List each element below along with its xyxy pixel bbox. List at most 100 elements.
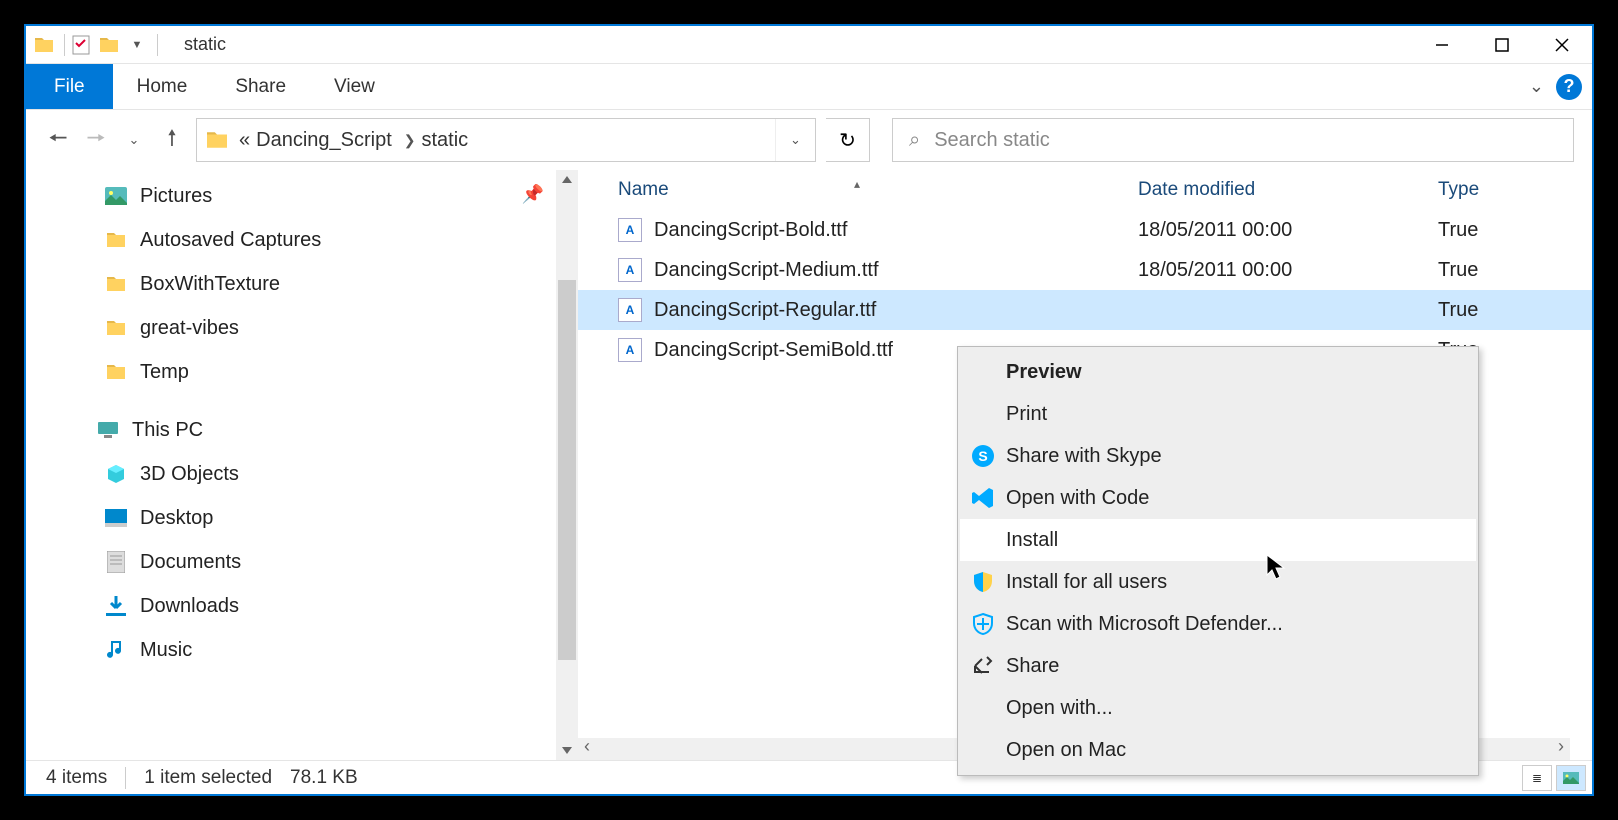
quick-access-toolbar: ▼ <box>71 35 151 55</box>
file-name: DancingScript-Medium.ttf <box>654 259 1138 282</box>
up-button[interactable]: 🠕 <box>158 126 186 154</box>
nav-item-desktop[interactable]: Desktop <box>26 496 578 540</box>
context-menu: Preview Print S Share with Skype Open with C… <box>957 346 1479 776</box>
menu-item-label: Open with... <box>1006 697 1113 720</box>
shield-icon <box>970 569 996 595</box>
nav-label: Desktop <box>140 507 213 530</box>
address-dropdown-button[interactable]: ⌄ <box>775 119 815 161</box>
nav-item-folder[interactable]: BoxWithTexture <box>26 262 578 306</box>
context-menu-item[interactable]: Preview <box>960 351 1476 393</box>
this-pc-icon <box>96 419 120 441</box>
desktop-icon <box>104 507 128 529</box>
column-header-date[interactable]: Date modified <box>1138 179 1438 201</box>
nav-label: Temp <box>140 361 189 384</box>
close-button[interactable] <box>1532 27 1592 63</box>
nav-item-documents[interactable]: Documents <box>26 540 578 584</box>
nav-item-folder[interactable]: Temp <box>26 350 578 394</box>
minimize-button[interactable] <box>1412 27 1472 63</box>
expand-ribbon-icon[interactable]: ⌄ <box>1529 76 1544 97</box>
file-row[interactable]: ADancingScript-Medium.ttf18/05/2011 00:0… <box>578 250 1592 290</box>
vscode-icon <box>970 485 996 511</box>
properties-icon[interactable] <box>71 35 91 55</box>
defender-icon <box>970 611 996 637</box>
breadcrumb-item[interactable]: Dancing_Script <box>256 129 392 152</box>
file-date: 18/05/2011 00:00 <box>1138 259 1438 282</box>
separator <box>64 34 65 56</box>
music-icon <box>104 639 128 661</box>
file-type: True <box>1438 219 1478 242</box>
context-menu-item[interactable]: Open with Code <box>960 477 1476 519</box>
file-tab[interactable]: File <box>26 64 113 109</box>
file-type: True <box>1438 259 1478 282</box>
search-icon: ⌕ <box>909 129 920 152</box>
tab-share[interactable]: Share <box>211 64 310 109</box>
3d-objects-icon <box>104 463 128 485</box>
chevron-down-icon[interactable]: ▼ <box>127 35 147 55</box>
column-headers: Name ▴ Date modified Type <box>578 170 1592 210</box>
nav-item-folder[interactable]: Autosaved Captures <box>26 218 578 262</box>
nav-item-pictures[interactable]: Pictures 📌 <box>26 174 578 218</box>
file-name: DancingScript-Regular.ttf <box>654 299 1138 322</box>
context-menu-item[interactable]: Scan with Microsoft Defender... <box>960 603 1476 645</box>
view-details-button[interactable]: ≣ <box>1522 765 1552 791</box>
title-bar: ▼ static <box>26 26 1592 64</box>
file-row[interactable]: ADancingScript-Regular.ttfTrue <box>578 290 1592 330</box>
ribbon-tabs: File Home Share View ⌄ ? <box>26 64 1592 110</box>
menu-item-label: Share <box>1006 655 1059 678</box>
context-menu-item[interactable]: Open on Mac <box>960 729 1476 771</box>
file-row[interactable]: ADancingScript-Bold.ttf18/05/2011 00:00T… <box>578 210 1592 250</box>
skype-icon: S <box>970 443 996 469</box>
column-header-type[interactable]: Type <box>1438 179 1592 201</box>
separator <box>157 34 158 56</box>
nav-label: Pictures <box>140 185 212 208</box>
maximize-button[interactable] <box>1472 27 1532 63</box>
menu-item-label: Share with Skype <box>1006 445 1162 468</box>
context-menu-item[interactable]: Install for all users <box>960 561 1476 603</box>
nav-label: This PC <box>132 419 203 442</box>
help-icon[interactable]: ? <box>1556 74 1582 100</box>
tab-view[interactable]: View <box>310 64 399 109</box>
search-input[interactable] <box>934 129 1573 152</box>
menu-item-label: Install for all users <box>1006 571 1167 594</box>
recent-locations-button[interactable]: ⌄ <box>120 126 148 154</box>
context-menu-item[interactable]: Install <box>960 519 1476 561</box>
font-file-icon: A <box>618 298 642 322</box>
navigation-bar: 🠔 🠖 ⌄ 🠕 « Dancing_Script ❯ static ⌄ ↻ ⌕ <box>26 110 1592 170</box>
new-folder-icon[interactable] <box>99 35 119 55</box>
back-button[interactable]: 🠔 <box>44 126 72 154</box>
address-bar[interactable]: « Dancing_Script ❯ static ⌄ <box>196 118 816 162</box>
pin-icon: 📌 <box>522 184 544 205</box>
nav-item-music[interactable]: Music <box>26 628 578 672</box>
context-menu-item[interactable]: Print <box>960 393 1476 435</box>
breadcrumb-item[interactable]: static <box>421 129 468 152</box>
breadcrumb-prefix[interactable]: « <box>239 129 250 152</box>
nav-item-downloads[interactable]: Downloads <box>26 584 578 628</box>
pictures-icon <box>104 185 128 207</box>
nav-scrollbar[interactable] <box>556 170 578 760</box>
menu-item-label: Install <box>1006 529 1058 552</box>
menu-item-label: Scan with Microsoft Defender... <box>1006 613 1283 636</box>
view-thumbnails-button[interactable] <box>1556 765 1586 791</box>
context-menu-item[interactable]: Open with... <box>960 687 1476 729</box>
nav-item-folder[interactable]: great-vibes <box>26 306 578 350</box>
status-size: 78.1 KB <box>290 767 358 789</box>
nav-item-3d-objects[interactable]: 3D Objects <box>26 452 578 496</box>
search-box[interactable]: ⌕ <box>892 118 1574 162</box>
navigation-pane: Pictures 📌 Autosaved Captures BoxWithTex… <box>26 170 578 760</box>
context-menu-item[interactable]: Share <box>960 645 1476 687</box>
nav-item-this-pc[interactable]: This PC <box>26 408 578 452</box>
menu-item-label: Open on Mac <box>1006 739 1126 762</box>
refresh-button[interactable]: ↻ <box>826 118 870 162</box>
context-menu-item[interactable]: S Share with Skype <box>960 435 1476 477</box>
nav-label: 3D Objects <box>140 463 239 486</box>
menu-item-label: Preview <box>1006 361 1082 384</box>
column-header-name[interactable]: Name ▴ <box>578 179 1138 201</box>
scrollbar-thumb[interactable] <box>558 280 576 660</box>
status-selection: 1 item selected <box>144 767 272 789</box>
file-date: 18/05/2011 00:00 <box>1138 219 1438 242</box>
forward-button[interactable]: 🠖 <box>82 126 110 154</box>
tab-home[interactable]: Home <box>113 64 212 109</box>
chevron-right-icon[interactable]: ❯ <box>404 132 416 149</box>
nav-label: Autosaved Captures <box>140 229 321 252</box>
folder-icon <box>34 35 54 55</box>
